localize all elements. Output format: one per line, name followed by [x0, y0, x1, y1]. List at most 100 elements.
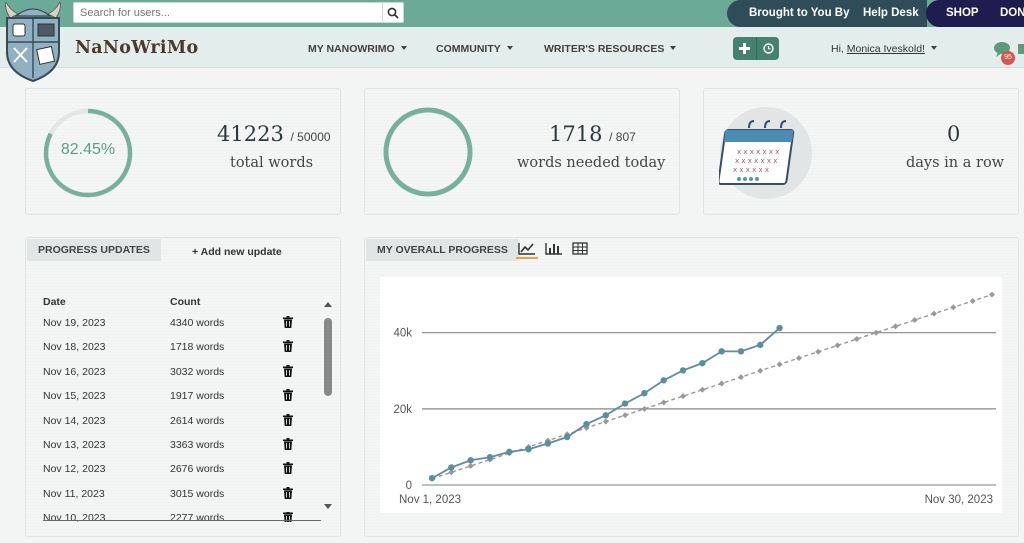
nav-writers-resources[interactable]: WRITER'S RESOURCES [544, 43, 677, 55]
goal-point [969, 297, 976, 304]
goal-point [737, 374, 744, 381]
data-point [699, 359, 706, 367]
scroll-thumb[interactable] [324, 318, 332, 396]
goal-point [699, 386, 706, 393]
update-count: 3363 words [170, 439, 225, 451]
list-item: Nov 15, 2023 1917 words [43, 389, 303, 406]
data-point [660, 377, 667, 384]
shop-link[interactable]: SHOP [946, 7, 979, 19]
goal-point [873, 329, 880, 336]
update-date: Nov 19, 2023 [43, 317, 106, 329]
streak-label: days in a row [906, 155, 1005, 171]
update-date: Nov 13, 2023 [43, 439, 106, 451]
chevron-down-icon [930, 46, 937, 51]
goal-point [467, 462, 474, 469]
goal-point [931, 310, 938, 317]
data-point [544, 440, 552, 447]
nav-community[interactable]: COMMUNITY [436, 43, 513, 55]
bar-chart-icon [545, 243, 562, 255]
list-divider [43, 520, 321, 521]
user-name: Monica Iveskold! [846, 43, 925, 55]
update-date: Nov 11, 2023 [43, 487, 105, 500]
progress-updates-title: PROGRESS UPDATES [27, 239, 161, 261]
goal-point [757, 367, 764, 374]
update-date: Nov 14, 2023 [43, 414, 106, 427]
goal-point [776, 361, 783, 368]
trash-icon [283, 462, 293, 475]
progress-chart: 0 20k 40k Nov 1, 2023 Nov 30, 2023 [380, 277, 1002, 513]
data-point [563, 433, 571, 441]
update-count: 4340 words [170, 317, 225, 329]
update-date: Nov 15, 2023 [43, 390, 106, 403]
calendar-icon: x x x x x x x x x x x x x x x x x x x x [719, 107, 812, 199]
list-item: Nov 11, 2023 3015 words [43, 486, 303, 504]
data-point [776, 324, 783, 332]
delete-update-button[interactable] [283, 364, 293, 380]
list-item: Nov 12, 2023 2676 words [43, 462, 303, 479]
search-input[interactable] [80, 5, 380, 20]
timer-button[interactable] [756, 37, 779, 60]
search-button[interactable] [382, 3, 403, 22]
notification-badge: 95 [1001, 51, 1015, 65]
delete-update-button[interactable] [283, 462, 293, 477]
list-item: Nov 19, 2023 4340 words [43, 316, 303, 333]
tab-table[interactable] [570, 241, 592, 259]
tab-line-chart[interactable] [516, 241, 538, 259]
goal-point [989, 291, 995, 298]
nav-label: COMMUNITY [436, 43, 501, 55]
today-ring [383, 107, 473, 197]
data-point [525, 446, 532, 453]
x-tick-label-end: Nov 30, 2023 [925, 494, 993, 506]
tab-bar-chart[interactable] [543, 241, 565, 259]
delete-update-button[interactable] [283, 316, 293, 331]
delete-update-button[interactable] [283, 413, 293, 429]
add-button[interactable] [733, 37, 756, 60]
update-date: Nov 16, 2023 [43, 365, 106, 378]
brought-to-you-link[interactable]: Brought to You By [749, 7, 850, 19]
trash-icon [283, 438, 293, 450]
user-menu[interactable]: Hi, Monica Iveskold! [831, 43, 937, 55]
overall-progress-title: MY OVERALL PROGRESS [366, 239, 519, 261]
goal-point [718, 380, 725, 387]
trash-icon [283, 364, 293, 377]
data-point [757, 341, 764, 349]
data-point [486, 454, 494, 461]
messages-button[interactable]: 95 [992, 38, 1024, 66]
updates-scrollbar[interactable] [321, 298, 335, 514]
svg-text:x x x x x x x: x x x x x x x [735, 157, 777, 165]
trash-icon [283, 340, 293, 353]
goal-point [950, 304, 957, 311]
brand-name[interactable]: NaNoWriMo [75, 38, 198, 58]
nanowrimo-logo[interactable] [2, 0, 64, 83]
top-links: Brought to You By Help Desk [727, 0, 927, 27]
delete-update-button[interactable] [283, 340, 293, 355]
clock-icon [762, 43, 774, 54]
scroll-down-icon[interactable] [323, 503, 333, 511]
delete-update-button[interactable] [283, 389, 293, 404]
user-search[interactable] [73, 2, 404, 23]
update-count: 3032 words [170, 365, 225, 378]
data-point [737, 348, 745, 355]
shop-bar: SHOP DONA [926, 0, 1024, 27]
today-words-number: 1718 [549, 122, 603, 146]
words-needed-label: words needed today [517, 155, 666, 171]
search-icon [387, 7, 399, 19]
word-goal: / 50000 [290, 130, 331, 144]
data-point [428, 474, 436, 482]
goal-point [911, 317, 918, 324]
add-new-update-button[interactable]: + Add new update [192, 246, 282, 258]
series-line-actual [431, 327, 781, 479]
delete-update-button[interactable] [283, 486, 293, 502]
chevron-down-icon [400, 46, 407, 51]
donate-link[interactable]: DONA [1000, 7, 1024, 19]
delete-update-button[interactable] [283, 438, 293, 453]
total-words-value: 41223 / 50000 [217, 122, 331, 146]
scroll-up-icon[interactable] [323, 300, 333, 308]
total-words-number: 41223 [217, 122, 284, 146]
help-desk-link[interactable]: Help Desk [863, 7, 919, 19]
nav-my-nanowrimo[interactable]: MY NANOWRIMO [308, 43, 407, 55]
total-words-label: total words [230, 155, 314, 171]
nav-label: MY NANOWRIMO [308, 43, 395, 55]
trash-icon [283, 316, 293, 328]
goal-point [892, 323, 899, 330]
